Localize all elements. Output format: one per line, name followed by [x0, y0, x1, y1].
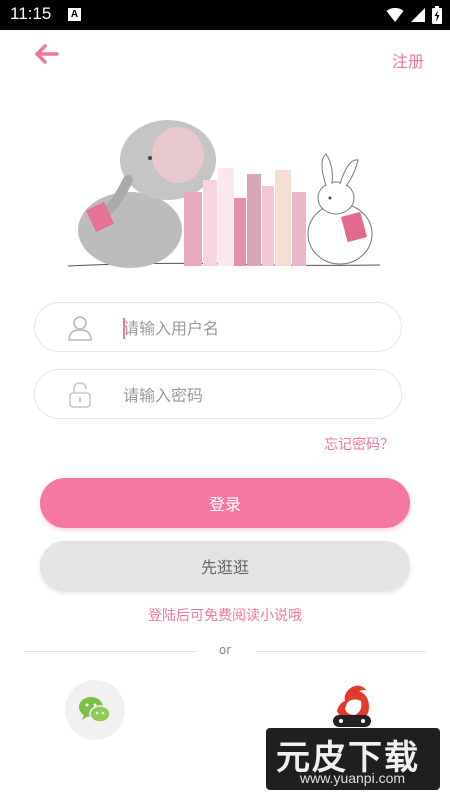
watermark-logo: 元皮下载 www.yuanpi.com	[266, 728, 440, 790]
browse-button[interactable]: 先逛逛	[40, 541, 410, 591]
watermark-url: www.yuanpi.com	[300, 770, 406, 786]
login-button[interactable]: 登录	[40, 478, 410, 528]
register-link[interactable]: 注册	[392, 48, 424, 72]
battery-icon	[432, 6, 442, 24]
status-bar: 11:15 A	[0, 0, 450, 30]
or-label: or	[218, 643, 232, 657]
back-button[interactable]	[30, 40, 66, 68]
username-field[interactable]	[34, 302, 402, 352]
wifi-icon	[386, 7, 404, 22]
signal-icon	[411, 8, 425, 22]
elephant-rabbit-books-illustration	[67, 120, 381, 268]
forgot-password-link[interactable]: 忘记密码？	[324, 434, 394, 454]
arrow-left-icon	[35, 44, 59, 64]
game-rooster-icon	[333, 685, 371, 727]
password-input[interactable]	[123, 382, 383, 408]
username-input[interactable]	[123, 315, 383, 341]
text-caret	[123, 318, 125, 339]
login-hint: 登陆后可免费阅读小说哦	[148, 608, 302, 624]
hero-illustration	[67, 110, 381, 275]
notification-icon: A	[68, 8, 81, 21]
wechat-login-button[interactable]	[65, 680, 125, 740]
game-login-button[interactable]	[322, 676, 382, 736]
lock-icon	[69, 382, 91, 408]
user-icon	[68, 316, 92, 341]
status-icons	[386, 6, 442, 24]
wechat-icon	[79, 697, 111, 723]
divider-right	[256, 651, 426, 652]
password-field[interactable]	[34, 369, 402, 419]
status-time: 11:15	[10, 4, 52, 23]
